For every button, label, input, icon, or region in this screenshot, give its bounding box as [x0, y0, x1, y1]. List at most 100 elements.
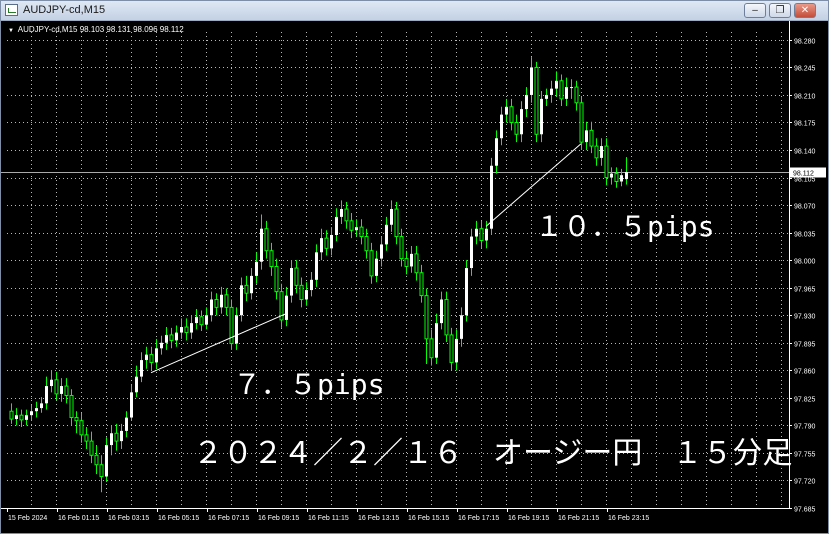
- bull-candle: [455, 338, 458, 363]
- bear-candle: [74, 417, 79, 422]
- bull-candle: [320, 238, 323, 253]
- bear-candle: [69, 394, 74, 419]
- y-tick-label: 98.105: [794, 177, 816, 184]
- bull-candle: [470, 236, 473, 269]
- bull-candle: [145, 354, 148, 361]
- y-tick-label: 98.035: [794, 232, 816, 239]
- y-tick-label: 98.000: [794, 259, 816, 266]
- bear-candle: [424, 295, 429, 340]
- bull-candle: [585, 130, 588, 143]
- y-tick-label: 97.825: [794, 397, 816, 404]
- bear-candle: [559, 80, 564, 100]
- bull-candle: [285, 295, 288, 320]
- x-tick-label: 16 Feb 05:15: [158, 515, 199, 522]
- bear-candle: [9, 410, 14, 420]
- bull-candle: [375, 258, 378, 276]
- chart-info-label: ▼ AUDJPY-cd,M15 98.103 98.131 98.096 98.…: [8, 25, 184, 34]
- bull-candle: [160, 342, 163, 349]
- bear-candle: [94, 454, 99, 466]
- bear-candle: [214, 299, 219, 308]
- chart-canvas[interactable]: 98.280 98.245 98.210 98.175 98.140 98.105 98.0…: [1, 21, 828, 533]
- y-tick-label: 98.140: [794, 149, 816, 156]
- x-tick-label: 16 Feb 01:15: [58, 515, 99, 522]
- bull-candle: [50, 379, 53, 387]
- bear-candle: [614, 173, 619, 182]
- bear-candle: [344, 208, 349, 222]
- bull-candle: [35, 408, 38, 412]
- bull-candle: [305, 290, 308, 300]
- restore-button[interactable]: ❐: [769, 3, 791, 18]
- bull-candle: [290, 268, 293, 296]
- bull-candle: [460, 315, 463, 339]
- bear-candle: [64, 385, 69, 396]
- bull-candle: [135, 376, 138, 393]
- bear-candle: [244, 284, 249, 294]
- bull-candle: [355, 227, 358, 231]
- bull-candle: [485, 228, 488, 241]
- bull-candle: [540, 98, 543, 135]
- x-tick-label: 16 Feb 11:15: [308, 515, 349, 522]
- chart-menu-icon[interactable]: ▼: [8, 28, 14, 34]
- bear-candle: [479, 228, 484, 241]
- bear-candle: [349, 220, 354, 231]
- chart-symbol: AUDJPY-cd,M15: [17, 25, 78, 34]
- y-tick-label: 97.965: [794, 287, 816, 294]
- title-bar[interactable]: AUDJPY-cd,M15 – ❐ ✕: [1, 1, 828, 21]
- chart-window-icon: [5, 4, 18, 16]
- bear-candle: [54, 379, 59, 395]
- x-tick-label: 16 Feb 03:15: [108, 515, 149, 522]
- chart-ohlc: 98.103 98.131 98.096 98.112: [79, 25, 184, 34]
- bull-candle: [490, 165, 493, 229]
- bull-candle: [545, 94, 548, 99]
- y-tick-label: 98.070: [794, 204, 816, 211]
- y-tick-label: 98.210: [794, 94, 816, 101]
- bear-candle: [149, 354, 154, 363]
- minimize-button[interactable]: –: [744, 3, 766, 18]
- move1-pips-label: ７．５pips: [233, 368, 385, 401]
- bull-candle: [120, 430, 123, 442]
- bull-candle: [385, 224, 388, 245]
- bear-candle: [299, 284, 304, 301]
- y-tick-label: 97.685: [794, 507, 816, 514]
- bull-candle: [500, 114, 503, 139]
- bear-candle: [574, 86, 579, 104]
- bull-candle: [340, 209, 343, 217]
- bull-candle: [495, 138, 498, 166]
- y-tick-label: 98.280: [794, 39, 816, 46]
- bull-candle: [125, 417, 128, 431]
- current-price-tag-label: 98.112: [793, 171, 814, 178]
- bull-candle: [260, 228, 263, 262]
- bull-candle: [105, 445, 108, 477]
- bull-candle: [600, 146, 603, 158]
- bear-candle: [579, 102, 584, 143]
- bull-candle: [195, 316, 198, 324]
- x-tick-label: 16 Feb 23:15: [608, 515, 649, 522]
- bear-candle: [184, 326, 189, 334]
- bull-candle: [550, 88, 553, 95]
- bull-candle: [565, 87, 568, 99]
- x-tick-label: 16 Feb 13:15: [358, 515, 399, 522]
- close-button[interactable]: ✕: [794, 3, 816, 18]
- move2-pips-label: １０．５pips: [535, 210, 715, 243]
- bull-candle: [555, 80, 558, 89]
- bear-candle: [429, 338, 434, 359]
- y-tick-label: 97.790: [794, 424, 816, 431]
- bull-candle: [250, 275, 253, 294]
- x-tick-label: 16 Feb 17:15: [458, 515, 499, 522]
- bear-candle: [414, 253, 419, 274]
- y-tick-label: 97.930: [794, 314, 816, 321]
- bear-candle: [324, 237, 329, 249]
- bull-candle: [380, 244, 383, 259]
- bear-candle: [514, 121, 519, 135]
- bull-candle: [235, 315, 238, 344]
- bull-candle: [210, 299, 213, 316]
- bull-candle: [530, 67, 533, 95]
- bear-candle: [89, 440, 94, 456]
- bear-candle: [359, 226, 364, 238]
- bear-candle: [444, 299, 449, 336]
- window-title: AUDJPY-cd,M15: [23, 4, 106, 16]
- bear-candle: [294, 267, 299, 286]
- bull-candle: [40, 403, 43, 409]
- bear-candle: [84, 434, 89, 442]
- bull-candle: [25, 415, 28, 420]
